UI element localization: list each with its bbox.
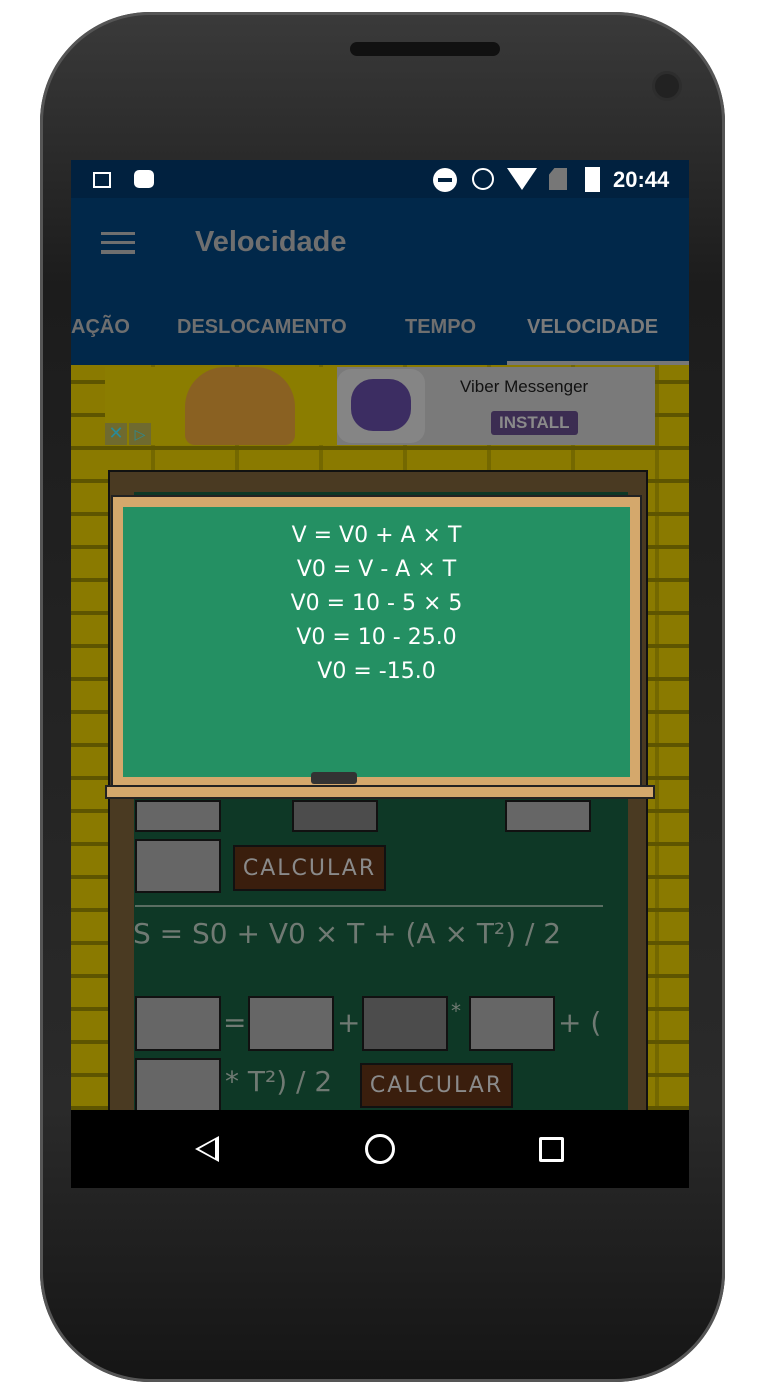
- op-equals: =: [223, 1006, 247, 1039]
- wifi-icon: [507, 168, 537, 190]
- equation-line: V0 = V - A × T: [296, 557, 457, 582]
- s0-input[interactable]: [248, 996, 334, 1051]
- speaker: [350, 42, 500, 56]
- equation-line: V0 = 10 - 25.0: [296, 625, 457, 650]
- android-icon: [134, 170, 154, 188]
- content-area: Viber Messenger INSTALL ✕ ▷ CALCULAR S =…: [71, 365, 689, 1110]
- s-input[interactable]: [135, 996, 221, 1051]
- close-icon[interactable]: ✕: [105, 423, 127, 445]
- ad-install-button[interactable]: INSTALL: [491, 411, 578, 435]
- tab-bar: AÇÃO DESLOCAMENTO TEMPO VELOCIDADE: [71, 290, 689, 365]
- equation-line: V0 = -15.0: [317, 659, 436, 684]
- op-plus-paren: + (: [558, 1006, 602, 1039]
- navigation-bar: [71, 1110, 689, 1188]
- result-equations: V = V0 + A × T V0 = V - A × T V0 = 10 - …: [123, 507, 630, 689]
- ad-title: Viber Messenger: [460, 377, 589, 396]
- eraser: [311, 772, 357, 784]
- input-field[interactable]: [135, 800, 221, 832]
- result-input[interactable]: [135, 839, 221, 893]
- formula-text: S = S0 + V0 × T + (A × T²) / 2: [133, 917, 562, 950]
- tab-velocidade[interactable]: VELOCIDADE: [527, 316, 658, 339]
- page-title: Velocidade: [195, 226, 347, 258]
- op-times: *: [451, 999, 461, 1023]
- a-input[interactable]: [135, 1058, 221, 1110]
- tab-aceleracao[interactable]: AÇÃO: [71, 316, 130, 339]
- t-input[interactable]: [469, 996, 555, 1051]
- equation-line: V0 = 10 - 5 × 5: [290, 591, 463, 616]
- back-icon[interactable]: [195, 1136, 219, 1162]
- formula-tail: * T²) / 2: [225, 1065, 333, 1098]
- image-icon: [93, 172, 111, 188]
- ad-mascot-image: [185, 367, 295, 445]
- alarm-icon: [472, 168, 494, 190]
- ad-banner[interactable]: Viber Messenger INSTALL ✕ ▷: [105, 367, 655, 445]
- v0-input[interactable]: [362, 996, 448, 1051]
- input-field[interactable]: [292, 800, 378, 832]
- result-chalkboard: V = V0 + A × T V0 = V - A × T V0 = 10 - …: [111, 495, 642, 789]
- calcular-button-1[interactable]: CALCULAR: [233, 845, 386, 891]
- op-plus: +: [337, 1006, 361, 1039]
- home-icon[interactable]: [365, 1134, 395, 1164]
- battery-charging-icon: [585, 167, 600, 192]
- clock: 20:44: [613, 167, 670, 192]
- viber-logo-icon: [351, 379, 411, 431]
- screen: 20:44 Velocidade AÇÃO DESLOCAMENTO TEMPO…: [71, 160, 689, 1188]
- hamburger-icon[interactable]: [101, 232, 135, 254]
- no-sim-icon: [549, 168, 567, 190]
- input-field[interactable]: [505, 800, 591, 832]
- app-bar: Velocidade: [71, 198, 689, 290]
- equation-line: V = V0 + A × T: [291, 523, 462, 548]
- calcular-button-2[interactable]: CALCULAR: [360, 1063, 513, 1108]
- divider: [135, 905, 603, 907]
- dnd-icon: [433, 168, 457, 192]
- tab-tempo[interactable]: TEMPO: [405, 316, 476, 339]
- adchoices-icon[interactable]: ▷: [129, 423, 151, 445]
- tab-deslocamento[interactable]: DESLOCAMENTO: [177, 316, 347, 339]
- camera: [655, 74, 679, 98]
- recents-icon[interactable]: [539, 1137, 564, 1162]
- status-bar: 20:44: [71, 160, 689, 198]
- chalk-ledge: [105, 785, 655, 799]
